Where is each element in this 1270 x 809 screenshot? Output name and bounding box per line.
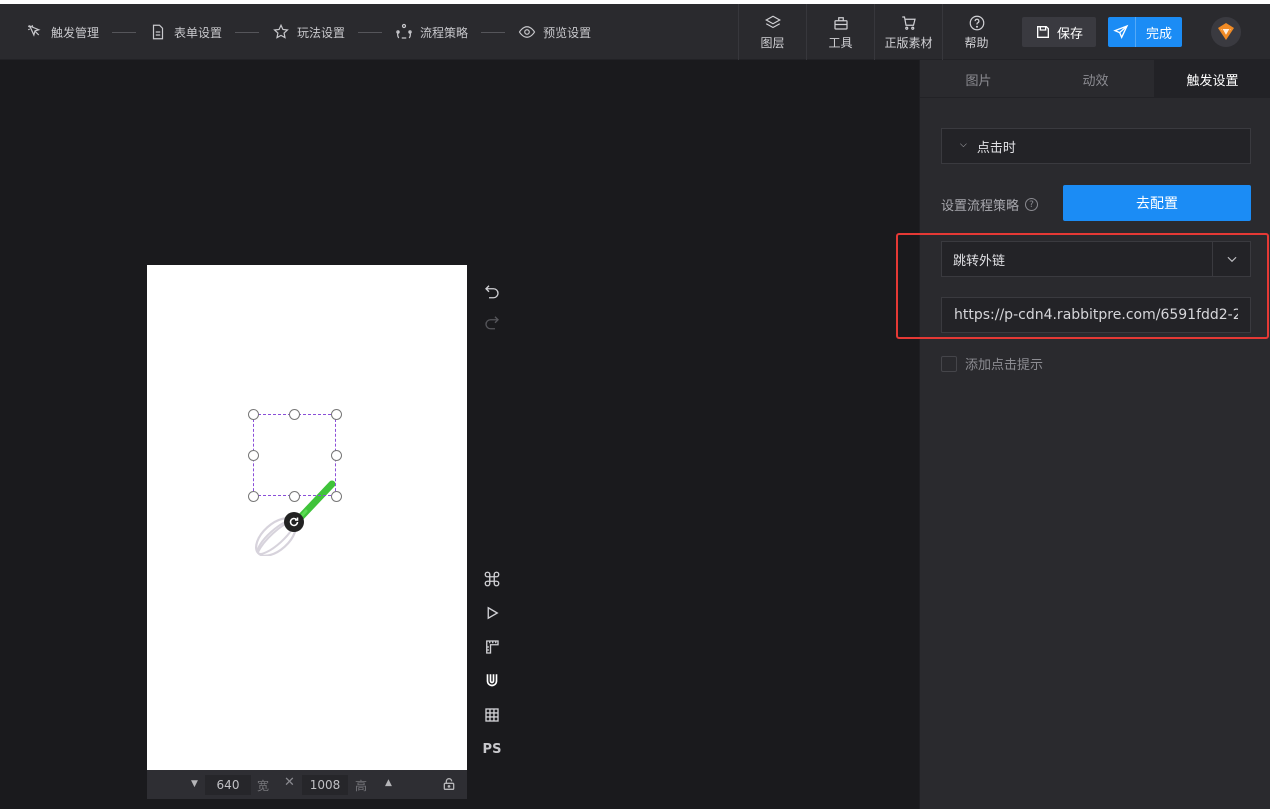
ps-icon[interactable]: PS bbox=[482, 739, 502, 759]
configure-button[interactable]: 去配置 bbox=[1063, 185, 1251, 221]
tool-label: 帮助 bbox=[964, 35, 989, 50]
step-flow-strategy[interactable]: 流程策略 bbox=[395, 23, 468, 41]
magnet-button[interactable] bbox=[482, 671, 502, 691]
tool-label: 工具 bbox=[828, 35, 853, 50]
step-trigger-management[interactable]: 触发管理 bbox=[26, 23, 99, 41]
step-separator bbox=[481, 31, 506, 33]
canvas-area: ▼ 640 宽 ✕ 1008 高 ▲ PS bbox=[0, 60, 919, 809]
redo-button[interactable] bbox=[482, 312, 502, 332]
resize-handle-e[interactable] bbox=[331, 450, 342, 461]
step-gameplay-settings[interactable]: 玩法设置 bbox=[272, 23, 345, 41]
save-button[interactable]: 保存 bbox=[1022, 17, 1096, 47]
play-icon bbox=[487, 606, 499, 620]
document-icon bbox=[152, 24, 164, 40]
step-label: 玩法设置 bbox=[297, 25, 346, 40]
action-select-value: 跳转外链 bbox=[953, 253, 1006, 269]
step-label: 流程策略 bbox=[420, 25, 469, 40]
question-icon[interactable]: ? bbox=[1025, 198, 1039, 211]
toolbox-button[interactable]: 工具 bbox=[806, 4, 874, 60]
resize-handle-ne[interactable] bbox=[331, 409, 342, 420]
height-input[interactable]: 1008 bbox=[302, 775, 348, 795]
resize-handle-sw[interactable] bbox=[248, 491, 259, 502]
grid-icon bbox=[485, 708, 499, 722]
save-icon bbox=[1036, 26, 1049, 38]
ruler-icon bbox=[486, 640, 499, 654]
lock-icon[interactable] bbox=[441, 776, 457, 792]
step-label: 触发管理 bbox=[51, 25, 100, 40]
toolbox-icon bbox=[833, 16, 848, 30]
grid-button[interactable] bbox=[482, 705, 502, 725]
tool-label: 图层 bbox=[760, 35, 785, 50]
selection-box bbox=[253, 414, 336, 496]
resize-handle-s[interactable] bbox=[289, 491, 300, 502]
licensed-assets-button[interactable]: 正版素材 bbox=[874, 4, 942, 60]
trigger-event-label: 点击时 bbox=[976, 140, 1016, 156]
top-bar: 触发管理 表单设置 玩法设置 流程策略 预览设置 图层 工具 正版素材 帮助 保… bbox=[0, 4, 1270, 60]
redo-icon bbox=[485, 316, 499, 330]
height-unit-label: 高 bbox=[355, 779, 368, 793]
tab-image[interactable]: 图片 bbox=[920, 60, 1037, 98]
step-separator bbox=[112, 31, 137, 33]
add-tip-checkbox-row[interactable]: 添加点击提示 bbox=[941, 354, 1043, 373]
eye-icon bbox=[518, 26, 536, 38]
save-label: 保存 bbox=[1056, 26, 1083, 42]
resize-handle-n[interactable] bbox=[289, 409, 300, 420]
star-icon bbox=[273, 23, 289, 39]
panel-tabs: 图片 动效 触发设置 bbox=[920, 60, 1270, 98]
properties-panel: 图片 动效 触发设置 ⌵ 点击时 设置流程策略 ? 去配置 跳转外链 添加点击提… bbox=[919, 60, 1270, 809]
step-separator bbox=[235, 31, 260, 33]
multiply-icon: ✕ bbox=[284, 775, 295, 790]
resize-handle-w[interactable] bbox=[248, 450, 259, 461]
step-form-settings[interactable]: 表单设置 bbox=[149, 23, 222, 41]
width-unit-label: 宽 bbox=[257, 779, 270, 793]
action-select[interactable]: 跳转外链 bbox=[941, 241, 1251, 277]
width-input[interactable]: 640 bbox=[205, 775, 251, 795]
tab-trigger-settings[interactable]: 触发设置 bbox=[1154, 60, 1270, 98]
preview-play-button[interactable] bbox=[482, 603, 502, 623]
decrease-arrow-icon[interactable]: ▼ bbox=[191, 779, 198, 789]
undo-button[interactable] bbox=[482, 281, 502, 301]
page-size-bar: ▼ 640 宽 ✕ 1008 高 ▲ bbox=[147, 770, 467, 799]
tool-label: 正版素材 bbox=[884, 35, 933, 50]
step-separator bbox=[358, 31, 383, 33]
editor-app: 触发管理 表单设置 玩法设置 流程策略 预览设置 图层 工具 正版素材 帮助 保… bbox=[0, 4, 1270, 809]
rotate-handle[interactable] bbox=[284, 512, 304, 532]
brand-logo-icon[interactable] bbox=[1210, 16, 1242, 48]
help-icon bbox=[969, 15, 984, 30]
flow-strategy-label: 设置流程策略 ? bbox=[941, 195, 1039, 214]
cart-icon bbox=[901, 15, 916, 30]
cursor-click-icon bbox=[27, 24, 41, 37]
shortcut-button[interactable] bbox=[482, 569, 502, 589]
resize-handle-se[interactable] bbox=[331, 491, 342, 502]
flow-strategy-text: 设置流程策略 bbox=[941, 199, 1020, 214]
help-button[interactable]: 帮助 bbox=[942, 4, 1010, 60]
command-icon bbox=[484, 571, 500, 587]
layers-icon bbox=[764, 15, 781, 28]
done-label: 完成 bbox=[1145, 26, 1172, 42]
flow-icon bbox=[396, 23, 412, 39]
step-nav: 触发管理 表单设置 玩法设置 流程策略 预览设置 bbox=[26, 4, 591, 60]
chevron-down-icon bbox=[1212, 242, 1250, 276]
add-tip-label: 添加点击提示 bbox=[965, 358, 1044, 373]
undo-icon bbox=[485, 285, 499, 299]
layers-button[interactable]: 图层 bbox=[738, 4, 806, 60]
step-label: 预览设置 bbox=[543, 25, 592, 40]
done-button[interactable]: 完成 bbox=[1108, 17, 1182, 47]
link-url-input[interactable] bbox=[941, 297, 1251, 333]
step-preview-settings[interactable]: 预览设置 bbox=[518, 23, 591, 41]
chevron-down-icon: ⌵ bbox=[960, 140, 967, 150]
magnet-icon bbox=[486, 674, 498, 687]
increase-arrow-icon[interactable]: ▲ bbox=[385, 778, 392, 788]
trigger-event-collapse[interactable]: ⌵ 点击时 bbox=[941, 128, 1251, 164]
tab-animation[interactable]: 动效 bbox=[1037, 60, 1154, 98]
send-icon bbox=[1108, 17, 1136, 47]
tool-buttons: 图层 工具 正版素材 帮助 bbox=[738, 4, 1010, 60]
rotate-icon bbox=[289, 517, 299, 527]
step-label: 表单设置 bbox=[174, 25, 223, 40]
ruler-button[interactable] bbox=[482, 637, 502, 657]
add-tip-checkbox[interactable] bbox=[941, 355, 957, 372]
resize-handle-nw[interactable] bbox=[248, 409, 259, 420]
